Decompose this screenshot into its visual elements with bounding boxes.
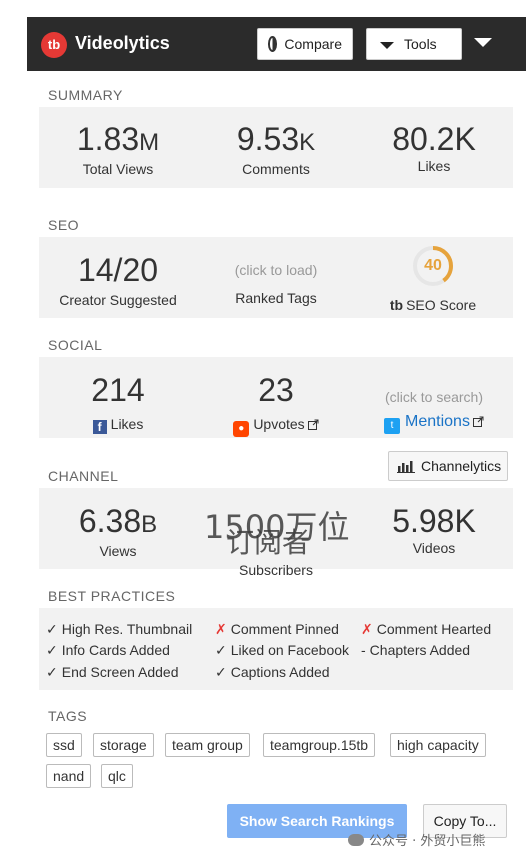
creator-suggested-value: 14/20 [77,252,159,288]
mentions-stat[interactable]: (click to search) t Mentions [374,389,494,434]
seo-heading: SEO [48,217,80,233]
mentions-hint[interactable]: (click to search) [374,389,494,405]
likes-label: Likes [417,158,451,174]
tag-chip[interactable]: qlc [101,764,133,788]
bp-item: ✓ Captions Added [215,664,330,680]
subscribers-label: Subscribers [239,562,313,578]
app-header: tb Videolytics Compare Tools [27,17,526,71]
reddit-upvotes-stat[interactable]: 23 ● Upvotes [220,374,332,437]
tag-chip[interactable]: ssd [46,733,82,757]
channelytics-button[interactable]: Channelytics [388,451,508,481]
likes-stat: 80.2K Likes [380,123,488,174]
seo-score-label-row: tb SEO Score [383,297,483,313]
seo-score-value: 40 [424,257,442,274]
channel-videos-label: Videos [412,540,456,556]
bp-item: ✗ Comment Hearted [361,621,492,637]
tag-chip[interactable]: teamgroup.15tb [263,733,376,757]
comments-label: Comments [242,161,310,177]
comments-stat: 9.53K Comments [226,123,326,177]
bp-item: ✓ High Res. Thumbnail [46,621,193,637]
twitter-icon: t [384,418,401,434]
facebook-likes-value: 214 [91,372,145,408]
tags-heading: TAGS [48,708,88,724]
total-views-stat: 1.83M Total Views [68,123,168,177]
subscribers-overlay: 订阅者 [226,526,311,559]
channel-views-suffix: B [141,511,158,538]
channel-views-value: 6.38 [78,503,142,539]
tag-chip[interactable]: storage [93,733,154,757]
total-views-value: 1.83 [76,121,140,157]
channelytics-label: Channelytics [421,458,502,474]
contrast-icon [268,36,278,52]
external-link-icon [307,419,319,430]
wechat-icon [348,834,364,846]
tubebuddy-icon: tb [389,297,404,313]
collapse-panel-icon[interactable] [474,38,492,47]
comments-value: 9.53 [236,121,300,157]
app-title: Videolytics [75,33,170,53]
caret-down-icon [380,42,394,49]
social-heading: SOCIAL [48,337,103,353]
external-link-icon [472,416,484,427]
channel-views-label: Views [99,543,137,559]
tag-chip[interactable]: nand [46,764,92,788]
best-practices-heading: BEST PRACTICES [48,588,176,604]
comments-suffix: K [299,129,316,156]
facebook-icon: f [92,420,107,434]
channel-videos-value: 5.98K [392,503,476,539]
total-views-label: Total Views [82,161,154,177]
creator-suggested-label: Creator Suggested [59,292,177,308]
tools-button[interactable]: Tools [366,28,462,60]
bp-item: ✗ Comment Pinned [215,621,339,637]
watermark-text: 公众号 · 外贸小巨熊 [369,834,486,849]
bp-item: ✓ End Screen Added [46,664,179,680]
bar-chart-icon [397,461,415,473]
ranked-tags-hint[interactable]: (click to load) [216,262,336,278]
bp-item: ✓ Info Cards Added [46,642,170,658]
channel-heading: CHANNEL [48,468,119,484]
reddit-upvotes-value: 23 [258,372,294,408]
mentions-link[interactable]: Mentions [405,413,470,430]
channel-videos-stat: 5.98K Videos [380,505,488,556]
compare-label: Compare [284,36,342,52]
bp-item: - Chapters Added [361,642,471,658]
ranked-tags-label: Ranked Tags [235,290,317,306]
reddit-upvotes-label: Upvotes [253,416,305,432]
facebook-likes-stat: 214 f Likes [68,374,168,434]
creator-suggested-stat: 14/20 Creator Suggested [53,254,183,308]
bp-item: ✓ Liked on Facebook [215,642,350,658]
ranked-tags-stat[interactable]: (click to load) Ranked Tags [216,262,336,306]
summary-heading: SUMMARY [48,87,123,103]
compare-button[interactable]: Compare [257,28,353,60]
wechat-watermark: 公众号 · 外贸小巨熊 [348,830,485,849]
tools-label: Tools [404,36,437,52]
facebook-likes-label: Likes [110,416,144,432]
total-views-suffix: M [139,129,160,156]
seo-score-label: SEO Score [406,297,477,313]
reddit-icon: ● [233,421,250,437]
tag-chip[interactable]: team group [165,733,250,757]
likes-value: 80.2K [392,121,476,157]
channel-views-stat: 6.38B Views [68,505,168,559]
videolytics-logo-icon: tb [41,32,67,58]
tag-chip[interactable]: high capacity [390,733,486,757]
